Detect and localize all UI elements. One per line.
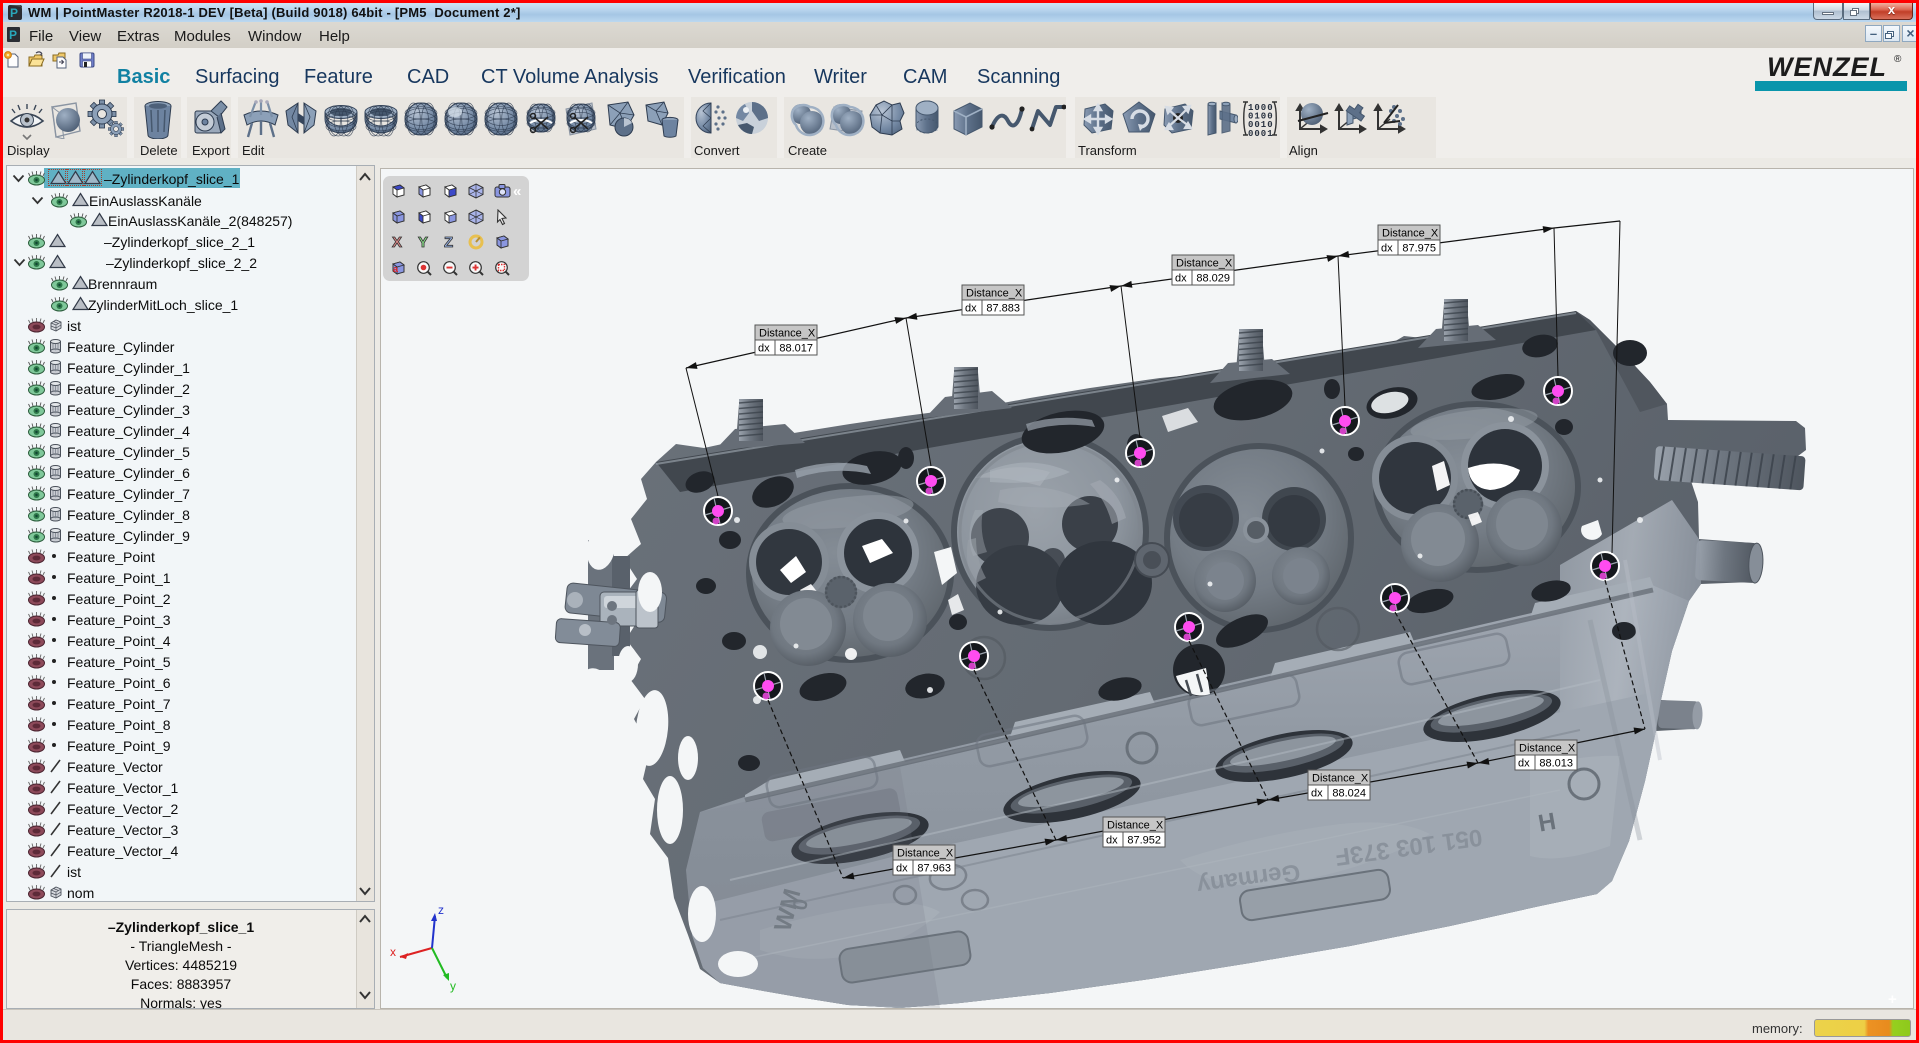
svg-text:Distance_X: Distance_X xyxy=(1312,773,1369,785)
svg-text:87.975: 87.975 xyxy=(1402,243,1436,255)
svg-text:dx: dx xyxy=(758,343,770,355)
svg-text:dx: dx xyxy=(896,863,908,875)
svg-text:Distance_X: Distance_X xyxy=(966,288,1023,300)
svg-text:P: P xyxy=(9,28,17,42)
svg-text:z: z xyxy=(438,903,444,917)
svg-text:Distance_X: Distance_X xyxy=(1107,820,1164,832)
svg-text:P: P xyxy=(10,6,18,20)
svg-text:Distance_X: Distance_X xyxy=(759,328,816,340)
svg-text:dx: dx xyxy=(1175,273,1187,285)
svg-text:Distance_X: Distance_X xyxy=(1382,228,1439,240)
svg-text:88.017: 88.017 xyxy=(779,343,813,355)
svg-text:dx: dx xyxy=(965,303,977,315)
svg-text:Distance_X: Distance_X xyxy=(1519,743,1576,755)
svg-text:87.952: 87.952 xyxy=(1127,835,1161,847)
svg-text:88.029: 88.029 xyxy=(1196,273,1230,285)
svg-text:88.013: 88.013 xyxy=(1539,758,1573,770)
svg-text:y: y xyxy=(450,979,456,993)
svg-text:dx: dx xyxy=(1518,758,1530,770)
svg-text:®: ® xyxy=(1894,54,1902,65)
svg-text:87.883: 87.883 xyxy=(986,303,1020,315)
svg-text:x: x xyxy=(390,945,396,959)
svg-text:88.024: 88.024 xyxy=(1332,788,1366,800)
svg-text:Distance_X: Distance_X xyxy=(897,848,954,860)
svg-text:dx: dx xyxy=(1311,788,1323,800)
svg-text:87.963: 87.963 xyxy=(917,863,951,875)
svg-text:Distance_X: Distance_X xyxy=(1176,258,1233,270)
svg-text:0001: 0001 xyxy=(1248,129,1274,139)
svg-text:dx: dx xyxy=(1381,243,1393,255)
svg-text:dx: dx xyxy=(1106,835,1118,847)
svg-text:WENZEL: WENZEL xyxy=(1767,52,1887,82)
